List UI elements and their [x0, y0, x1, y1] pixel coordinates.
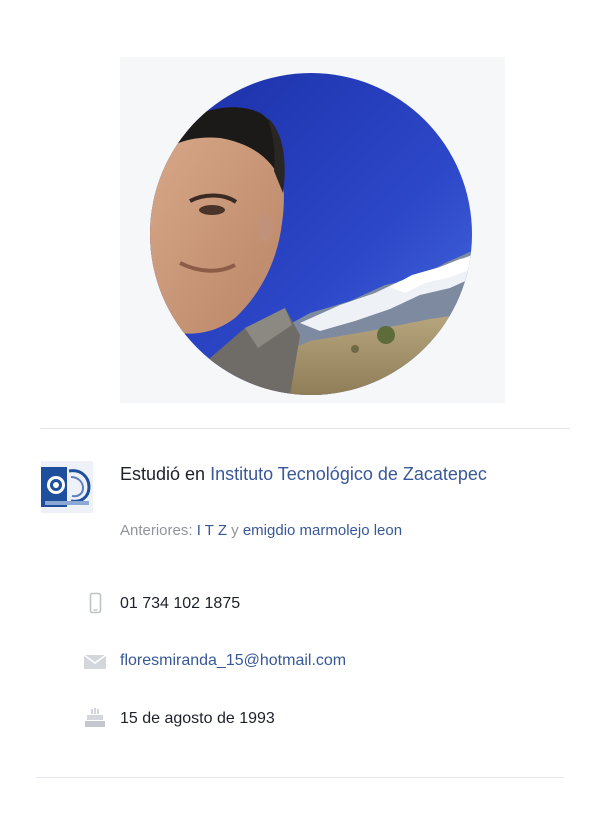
education-line: Estudió en Instituto Tecnológico de Zaca…	[120, 462, 540, 487]
cake-icon	[82, 707, 108, 729]
previous-label: Anteriores:	[120, 522, 197, 539]
email-link[interactable]: floresmiranda_15@hotmail.com	[120, 651, 346, 671]
mail-icon	[82, 651, 108, 673]
previous-school-link-1[interactable]: I T Z	[197, 522, 227, 539]
school-logo[interactable]	[41, 461, 93, 513]
profile-photo[interactable]	[150, 73, 472, 395]
school-link[interactable]: Instituto Tecnológico de Zacatepec	[210, 464, 487, 484]
phone-number: 01 734 102 1875	[120, 595, 241, 612]
section-divider	[36, 777, 564, 778]
section-divider	[40, 428, 570, 429]
previous-schools: Anteriores: I T Z y emigdio marmolejo le…	[120, 521, 402, 541]
previous-separator: y	[227, 522, 243, 539]
previous-school-link-2[interactable]: emigdio marmolejo leon	[243, 522, 402, 539]
phone-icon	[82, 592, 108, 614]
birthday-date: 15 de agosto de 1993	[120, 710, 275, 727]
education-prefix: Estudió en	[120, 464, 211, 484]
